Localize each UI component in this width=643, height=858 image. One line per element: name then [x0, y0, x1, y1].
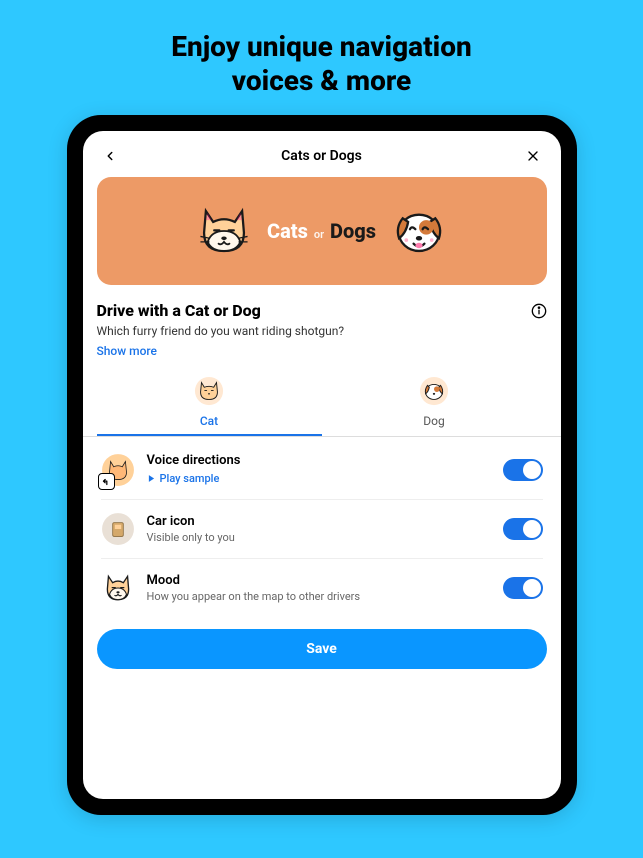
- dog-small-icon: [419, 376, 449, 406]
- section-title: Drive with a Cat or Dog: [97, 301, 261, 320]
- voice-directions-title: Voice directions: [147, 453, 491, 468]
- row-body: Mood How you appear on the map to other …: [147, 573, 491, 604]
- banner-cats: Cats: [267, 219, 308, 243]
- tab-dog[interactable]: Dog: [322, 372, 547, 436]
- banner-dogs: Dogs: [330, 219, 376, 243]
- close-icon: [525, 148, 541, 164]
- header: Cats or Dogs: [83, 131, 561, 177]
- row-voice-directions: Voice directions Play sample: [97, 441, 547, 499]
- close-button[interactable]: [522, 145, 544, 167]
- page-title: Cats or Dogs: [281, 148, 362, 164]
- tab-dog-label: Dog: [322, 414, 547, 428]
- row-mood: Mood How you appear on the map to other …: [97, 559, 547, 617]
- tab-cat-label: Cat: [97, 414, 322, 428]
- tab-underline: [322, 434, 547, 436]
- content: Cats or Dogs: [83, 177, 561, 799]
- mood-icon: [101, 571, 135, 605]
- tablet-frame: Cats or Dogs: [67, 115, 577, 815]
- tab-cat[interactable]: Cat: [97, 372, 322, 436]
- save-button-label: Save: [306, 641, 337, 657]
- section-head: Drive with a Cat or Dog: [97, 301, 547, 320]
- dog-face-icon: [390, 202, 448, 260]
- car-icon-subtitle: Visible only to you: [147, 531, 491, 545]
- voice-directions-toggle[interactable]: [503, 459, 543, 481]
- tab-divider: [83, 436, 561, 437]
- banner-or: or: [314, 228, 324, 241]
- hero-line2: voices & more: [232, 64, 412, 97]
- chevron-left-icon: [103, 149, 117, 163]
- save-button[interactable]: Save: [97, 629, 547, 669]
- play-sample-label: Play sample: [160, 472, 220, 485]
- row-body: Car icon Visible only to you: [147, 514, 491, 545]
- row-body: Voice directions Play sample: [147, 453, 491, 487]
- show-more-link[interactable]: Show more: [97, 344, 547, 358]
- promo-banner: Cats or Dogs: [97, 177, 547, 285]
- car-icon-thumb: [101, 512, 135, 546]
- mood-subtitle: How you appear on the map to other drive…: [147, 590, 491, 604]
- play-icon: [147, 474, 156, 483]
- mood-title: Mood: [147, 573, 491, 588]
- section-subtitle: Which furry friend do you want riding sh…: [97, 324, 547, 338]
- tabs: Cat Dog: [97, 372, 547, 436]
- cat-face-icon: [195, 202, 253, 260]
- settings-list: Voice directions Play sample: [97, 441, 547, 617]
- hero-title: Enjoy unique navigation voices & more: [0, 0, 643, 115]
- voice-directions-icon: [101, 453, 135, 487]
- tab-underline: [97, 434, 322, 436]
- row-car-icon: Car icon Visible only to you: [97, 500, 547, 558]
- screen: Cats or Dogs: [83, 131, 561, 799]
- mood-toggle[interactable]: [503, 577, 543, 599]
- play-sample-link[interactable]: Play sample: [147, 472, 220, 485]
- banner-text: Cats or Dogs: [267, 219, 376, 243]
- info-icon[interactable]: [531, 303, 547, 319]
- car-icon-title: Car icon: [147, 514, 491, 529]
- car-icon-toggle[interactable]: [503, 518, 543, 540]
- hero-line1: Enjoy unique navigation: [171, 30, 471, 63]
- back-button[interactable]: [99, 145, 121, 167]
- cat-small-icon: [194, 376, 224, 406]
- turn-arrow-badge: [98, 473, 115, 490]
